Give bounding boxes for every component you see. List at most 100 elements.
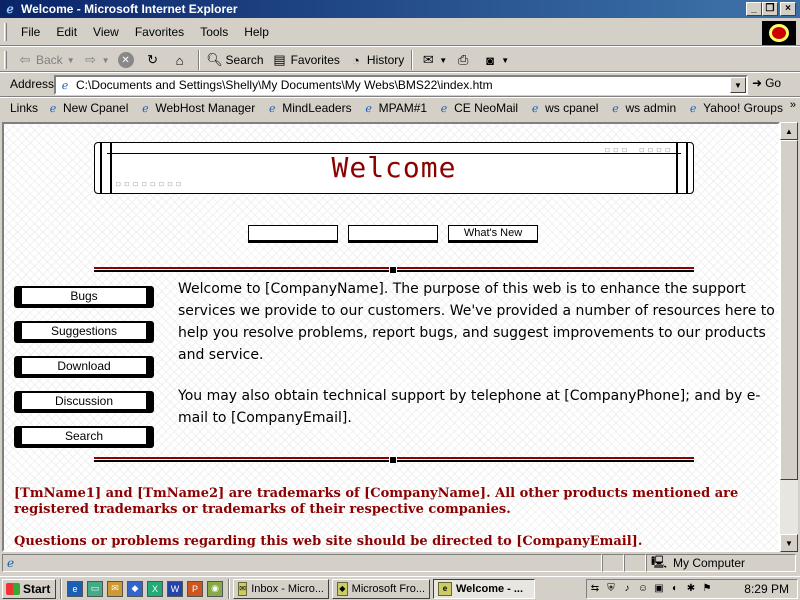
start-button[interactable]: Start	[2, 578, 56, 599]
scroll-down-icon[interactable]: ▼	[780, 534, 798, 552]
link-mindleaders[interactable]: ℯ MindLeaders	[265, 101, 352, 115]
address-bar: Address ℯ C:\Documents and Settings\Shel…	[0, 73, 800, 97]
task-frontpage[interactable]: ◆ Microsoft Fro...	[332, 578, 430, 599]
search-label: Search	[225, 53, 264, 67]
vertical-scrollbar[interactable]: ▲ ▼	[780, 122, 798, 552]
desktop-quicklaunch-icon[interactable]: ▭	[87, 580, 103, 597]
menu-help[interactable]: Help	[236, 25, 277, 39]
maximize-button[interactable]: ❐	[762, 2, 778, 16]
search-icon: 🔍︎	[206, 52, 223, 67]
history-button[interactable]: ◔ History	[344, 49, 408, 71]
standard-toolbar: ⇦ Back ▼ ⇨ ▼ ✕ ↻ ⌂ 🔍︎ Search ▤ Favorites ◔ His…	[0, 47, 800, 73]
tray-messenger-icon[interactable]: ☺	[636, 582, 650, 596]
task-label: Microsoft Fro...	[351, 582, 425, 595]
menu-file[interactable]: File	[13, 25, 48, 39]
side-nav-label: Bugs	[22, 288, 146, 304]
messenger-button[interactable]: ◙ ▼	[478, 49, 513, 71]
task-inbox[interactable]: ✉ Inbox - Micro...	[233, 578, 329, 599]
link-label: Yahoo! Groups	[703, 101, 783, 115]
side-nav-discussion[interactable]: Discussion	[14, 391, 154, 413]
search-button[interactable]: 🔍︎ Search	[203, 49, 268, 71]
status-panel	[602, 554, 624, 572]
links-overflow-icon[interactable]: »	[790, 99, 796, 111]
tray-app-icon[interactable]: ◐	[668, 582, 682, 596]
stop-button[interactable]: ✕	[114, 49, 141, 71]
messenger-dropdown-icon[interactable]: ▼	[501, 56, 509, 65]
link-page-icon: ℯ	[689, 102, 697, 115]
forward-button[interactable]: ⇨ ▼	[79, 49, 114, 71]
scroll-up-icon[interactable]: ▲	[780, 122, 798, 140]
ie-quicklaunch-icon[interactable]: e	[67, 580, 83, 597]
favorites-label: Favorites	[290, 53, 340, 67]
menu-tools[interactable]: Tools	[192, 25, 236, 39]
menu-favorites[interactable]: Favorites	[127, 25, 192, 39]
powerpoint-quicklaunch-icon[interactable]: P	[187, 580, 203, 597]
tray-security-icon[interactable]: ⛨	[604, 582, 618, 596]
address-dropdown-icon[interactable]: ▼	[730, 77, 746, 93]
link-mpam1[interactable]: ℯ MPAM#1	[362, 101, 427, 115]
frontpage-quicklaunch-icon[interactable]: ◉	[207, 580, 223, 597]
side-nav-bugs[interactable]: Bugs	[14, 286, 154, 308]
whats-new-button[interactable]: What's New	[448, 225, 538, 243]
tray-app-icon[interactable]: ⚑	[700, 582, 714, 596]
status-page-icon: ℯ	[7, 556, 15, 570]
link-page-icon: ℯ	[268, 102, 276, 115]
side-nav-suggestions[interactable]: Suggestions	[14, 321, 154, 343]
scroll-thumb[interactable]	[780, 140, 798, 480]
menu-view[interactable]: View	[85, 25, 127, 39]
toolbar-grip	[4, 51, 7, 69]
favorites-button[interactable]: ▤ Favorites	[268, 49, 344, 71]
messenger-icon: ◙	[486, 52, 495, 68]
link-yahoo-groups[interactable]: ℯ Yahoo! Groups	[686, 101, 783, 115]
tray-network-icon[interactable]: ⇆	[588, 582, 602, 596]
mail-icon: ✉	[422, 52, 434, 67]
word-quicklaunch-icon[interactable]: W	[167, 580, 183, 597]
refresh-button[interactable]: ↻	[141, 49, 168, 71]
mail-button[interactable]: ✉ ▼	[416, 49, 451, 71]
side-nav-download[interactable]: Download	[14, 356, 154, 378]
back-dropdown-icon[interactable]: ▼	[67, 56, 75, 65]
horizontal-rule	[94, 266, 694, 274]
tray-volume-icon[interactable]: ♪	[620, 582, 634, 596]
forward-dropdown-icon[interactable]: ▼	[102, 56, 110, 65]
tray-app-icon[interactable]: ▣	[652, 582, 666, 596]
link-new-cpanel[interactable]: ℯ New Cpanel	[46, 101, 129, 115]
home-button[interactable]: ⌂	[168, 49, 195, 71]
back-arrow-icon: ⇦	[19, 52, 31, 67]
mail-dropdown-icon[interactable]: ▼	[439, 56, 447, 65]
excel-quicklaunch-icon[interactable]: X	[147, 580, 163, 597]
go-label: Go	[765, 76, 782, 90]
top-nav-button-1[interactable]	[248, 225, 338, 243]
address-input[interactable]: ℯ C:\Documents and Settings\Shelly\My Do…	[54, 75, 748, 95]
system-tray: ⇆ ⛨ ♪ ☺ ▣ ◐ ✱ ⚑ 8:29 PM	[586, 579, 798, 599]
link-ce-neomail[interactable]: ℯ CE NeoMail	[437, 101, 518, 115]
app-quicklaunch-icon[interactable]: ◆	[127, 580, 143, 597]
minimize-button[interactable]: _	[746, 2, 762, 16]
outlook-quicklaunch-icon[interactable]: ✉	[107, 580, 123, 597]
print-button[interactable]: ⎙	[451, 49, 478, 71]
top-nav-button-2[interactable]	[348, 225, 438, 243]
clock[interactable]: 8:29 PM	[744, 582, 789, 596]
link-webhost-manager[interactable]: ℯ WebHost Manager	[138, 101, 255, 115]
ie-window: ℯ Welcome - Microsoft Internet Explorer …	[0, 0, 800, 576]
tray-app-icon[interactable]: ✱	[684, 582, 698, 596]
contact-notice: Questions or problems regarding this web…	[14, 534, 643, 549]
back-button[interactable]: ⇦ Back ▼	[13, 49, 79, 71]
address-label: Address	[10, 77, 55, 91]
link-ws-cpanel[interactable]: ℯ ws cpanel	[528, 101, 599, 115]
side-nav-search[interactable]: Search	[14, 426, 154, 448]
title-bar: ℯ Welcome - Microsoft Internet Explorer …	[0, 0, 800, 18]
link-ws-admin[interactable]: ℯ ws admin	[608, 101, 676, 115]
close-button[interactable]: ×	[780, 2, 796, 16]
ie-throbber-logo	[762, 21, 796, 45]
status-panel	[624, 554, 646, 572]
frontpage-task-icon: ◆	[337, 581, 348, 596]
task-welcome[interactable]: e Welcome - ...	[433, 578, 535, 599]
menu-edit[interactable]: Edit	[48, 25, 85, 39]
trademark-notice: [TmName1] and [TmName2] are trademarks o…	[14, 486, 739, 517]
forward-arrow-icon: ⇨	[85, 52, 97, 67]
taskbar: Start e ▭ ✉ ◆ X W P ◉ ✉ Inbox - Micro... …	[0, 576, 800, 600]
go-button[interactable]: ➜ Go	[752, 76, 781, 90]
task-label: Inbox - Micro...	[251, 582, 324, 595]
link-page-icon: ℯ	[531, 102, 539, 115]
